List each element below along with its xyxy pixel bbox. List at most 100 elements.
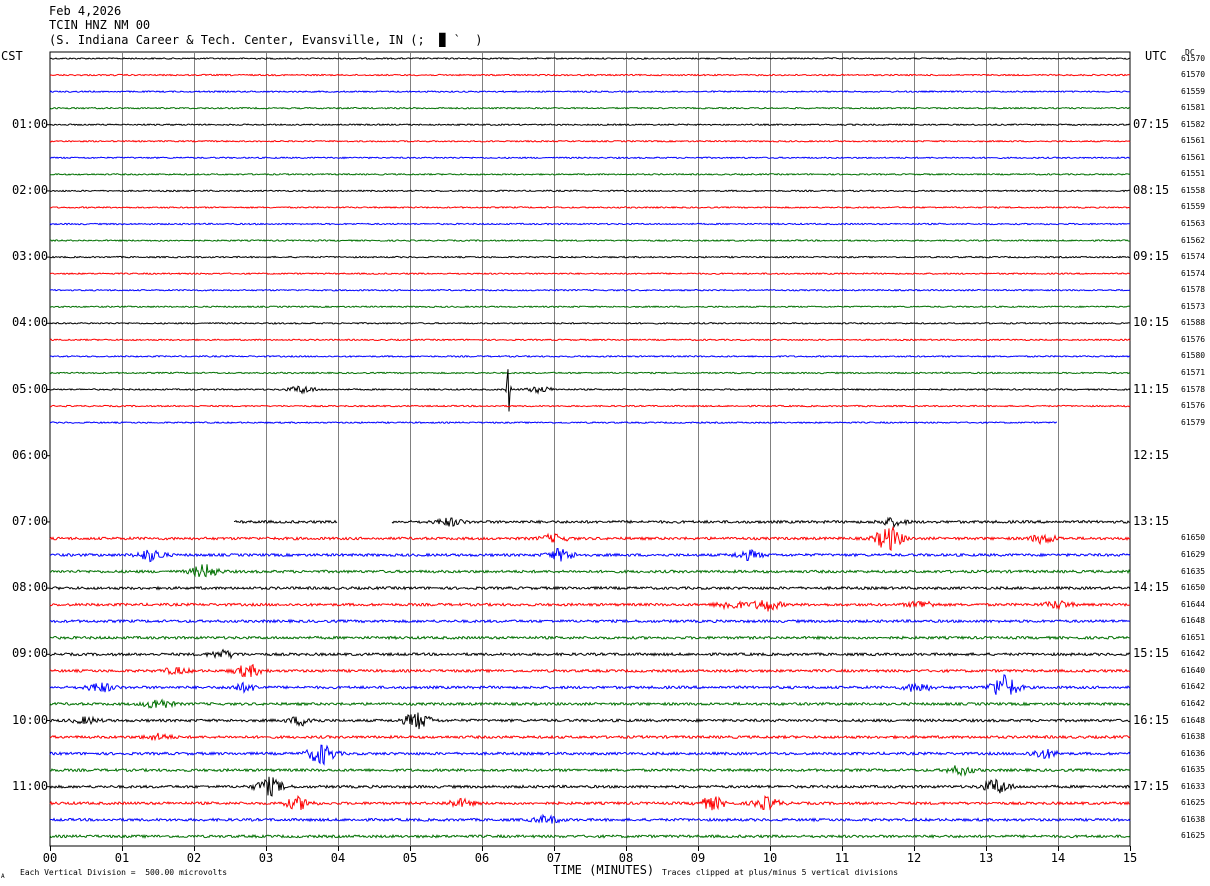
left-hour-label: 05:00	[12, 381, 49, 396]
x-tick-label-04: 04	[331, 851, 345, 865]
dc-offset-label: 61559	[1181, 202, 1206, 212]
trace-row-34	[49, 618, 1131, 624]
dc-offset-label: 61629	[1181, 550, 1206, 559]
trace-row-28	[233, 516, 1131, 529]
scale-note: Each Vertical Division = 500.00 microvol…	[20, 868, 228, 877]
trace-row-46	[49, 813, 1131, 824]
right-hour-label: 12:15	[1133, 447, 1170, 462]
trace-row-39	[49, 698, 1131, 709]
dc-offset-label: 61650	[1181, 533, 1206, 543]
dc-offset-label: 61561	[1181, 136, 1206, 146]
dc-offset-label: 61561	[1181, 152, 1206, 162]
right-hour-label: 13:15	[1133, 513, 1170, 528]
right-hour-label: 07:15	[1133, 116, 1170, 131]
x-tick-label-05: 05	[403, 851, 417, 865]
x-tick-label-01: 01	[115, 851, 129, 865]
trace-row-10	[49, 222, 1131, 226]
dc-offset-label: 61625	[1181, 831, 1206, 841]
dc-offset-label: 61582	[1181, 119, 1206, 129]
dc-offset-label: 61651	[1181, 632, 1206, 642]
x-tick-label-03: 03	[259, 851, 273, 865]
dc-offset-label: 61642	[1181, 698, 1206, 708]
dc-offset-label: 61640	[1181, 665, 1206, 675]
right-hour-label: 10:15	[1133, 315, 1170, 330]
dc-offset-label: 61636	[1181, 748, 1206, 758]
trace-row-1	[49, 73, 1131, 77]
dc-offset-label: 61578	[1181, 285, 1206, 295]
right-hour-label: 15:15	[1133, 646, 1170, 661]
trace-row-14	[49, 288, 1131, 292]
trace-row-33	[49, 600, 1131, 612]
dc-offset-label: 61644	[1181, 599, 1206, 609]
dc-offset-label: 61648	[1181, 616, 1206, 626]
left-hour-label: 09:00	[12, 646, 49, 661]
left-hour-label: 11:00	[12, 778, 49, 793]
trace-row-32	[49, 585, 1131, 591]
trace-row-11	[49, 239, 1131, 242]
trace-row-43	[49, 765, 1131, 777]
dc-offset-label: 61562	[1181, 235, 1206, 245]
dc-offset-label: 61588	[1181, 318, 1206, 328]
x-tick-label-11: 11	[835, 851, 849, 865]
dc-offset-label: 61625	[1181, 798, 1206, 808]
x-tick-label-06: 06	[475, 851, 489, 865]
dc-offset-label: 61580	[1181, 351, 1206, 361]
dc-offset-label: 61570	[1181, 70, 1206, 80]
x-tick-label-10: 10	[763, 851, 777, 865]
trace-row-16	[49, 321, 1131, 325]
trace-row-15	[49, 305, 1131, 309]
x-tick-label-02: 02	[187, 851, 201, 865]
trace-row-7	[49, 172, 1131, 176]
left-hour-label: 06:00	[12, 447, 49, 462]
trace-row-31	[49, 564, 1131, 578]
trace-row-22	[50, 422, 1130, 423]
trace-row-18	[49, 354, 1131, 358]
trace-row-8	[49, 189, 1130, 193]
dc-offset-label: 61559	[1181, 86, 1206, 96]
trace-row-44	[49, 776, 1131, 797]
trace-row-13	[49, 272, 1131, 276]
trace-row-12	[50, 255, 1131, 259]
trace-row-29	[49, 525, 1131, 552]
left-hour-label: 03:00	[12, 249, 49, 264]
dc-offset-label: 61633	[1181, 781, 1206, 791]
x-tick-label-14: 14	[1051, 851, 1065, 865]
trace-row-9	[49, 206, 1131, 209]
dc-offset-label: 61570	[1181, 53, 1206, 63]
trace-row-30	[49, 547, 1131, 563]
dc-offset-label: 61579	[1181, 417, 1206, 427]
dc-offset-label: 61573	[1181, 301, 1206, 311]
right-hour-label: 14:15	[1133, 580, 1170, 595]
x-tick-label-15: 15	[1123, 851, 1137, 865]
dc-offset-label: 61574	[1181, 268, 1206, 278]
trace-row-19	[49, 371, 1131, 375]
trace-row-38	[49, 674, 1131, 695]
trace-row-21	[49, 404, 1131, 408]
x-tick-label-00: 00	[43, 851, 57, 865]
dc-offset-label: 61558	[1181, 185, 1206, 195]
dc-offset-label: 61563	[1181, 219, 1206, 228]
left-hour-label: 01:00	[12, 116, 49, 131]
dc-offset-label: 61642	[1181, 682, 1206, 692]
trace-row-37	[49, 663, 1131, 678]
dc-offset-label: 61635	[1181, 765, 1206, 775]
right-hour-label: 09:15	[1133, 249, 1170, 264]
trace-row-42	[49, 744, 1131, 766]
dc-offset-label: 61571	[1181, 367, 1206, 377]
dc-offset-label: 61551	[1181, 169, 1206, 179]
dc-offset-label: 61638	[1181, 732, 1206, 742]
trace-row-41	[49, 732, 1131, 742]
plot-frame	[49, 51, 1131, 847]
trace-row-47	[49, 833, 1131, 839]
dc-offset-label: 61638	[1181, 814, 1206, 824]
trace-row-6	[49, 156, 1131, 160]
left-hour-label: 08:00	[12, 580, 49, 595]
helicorder-plot: 00 01 02 03 04 05 06 07 08 09 10 11 12 13 14 15	[43, 51, 1137, 865]
trace-row-40	[49, 712, 1131, 730]
trace-row-2	[49, 90, 1131, 94]
left-hour-label: 04:00	[12, 315, 49, 330]
x-axis-label: TIME (MINUTES)	[553, 863, 655, 877]
dc-offset-label: 61578	[1181, 384, 1206, 394]
right-hour-label: 17:15	[1133, 778, 1170, 793]
x-tick-label-12: 12	[907, 851, 921, 865]
